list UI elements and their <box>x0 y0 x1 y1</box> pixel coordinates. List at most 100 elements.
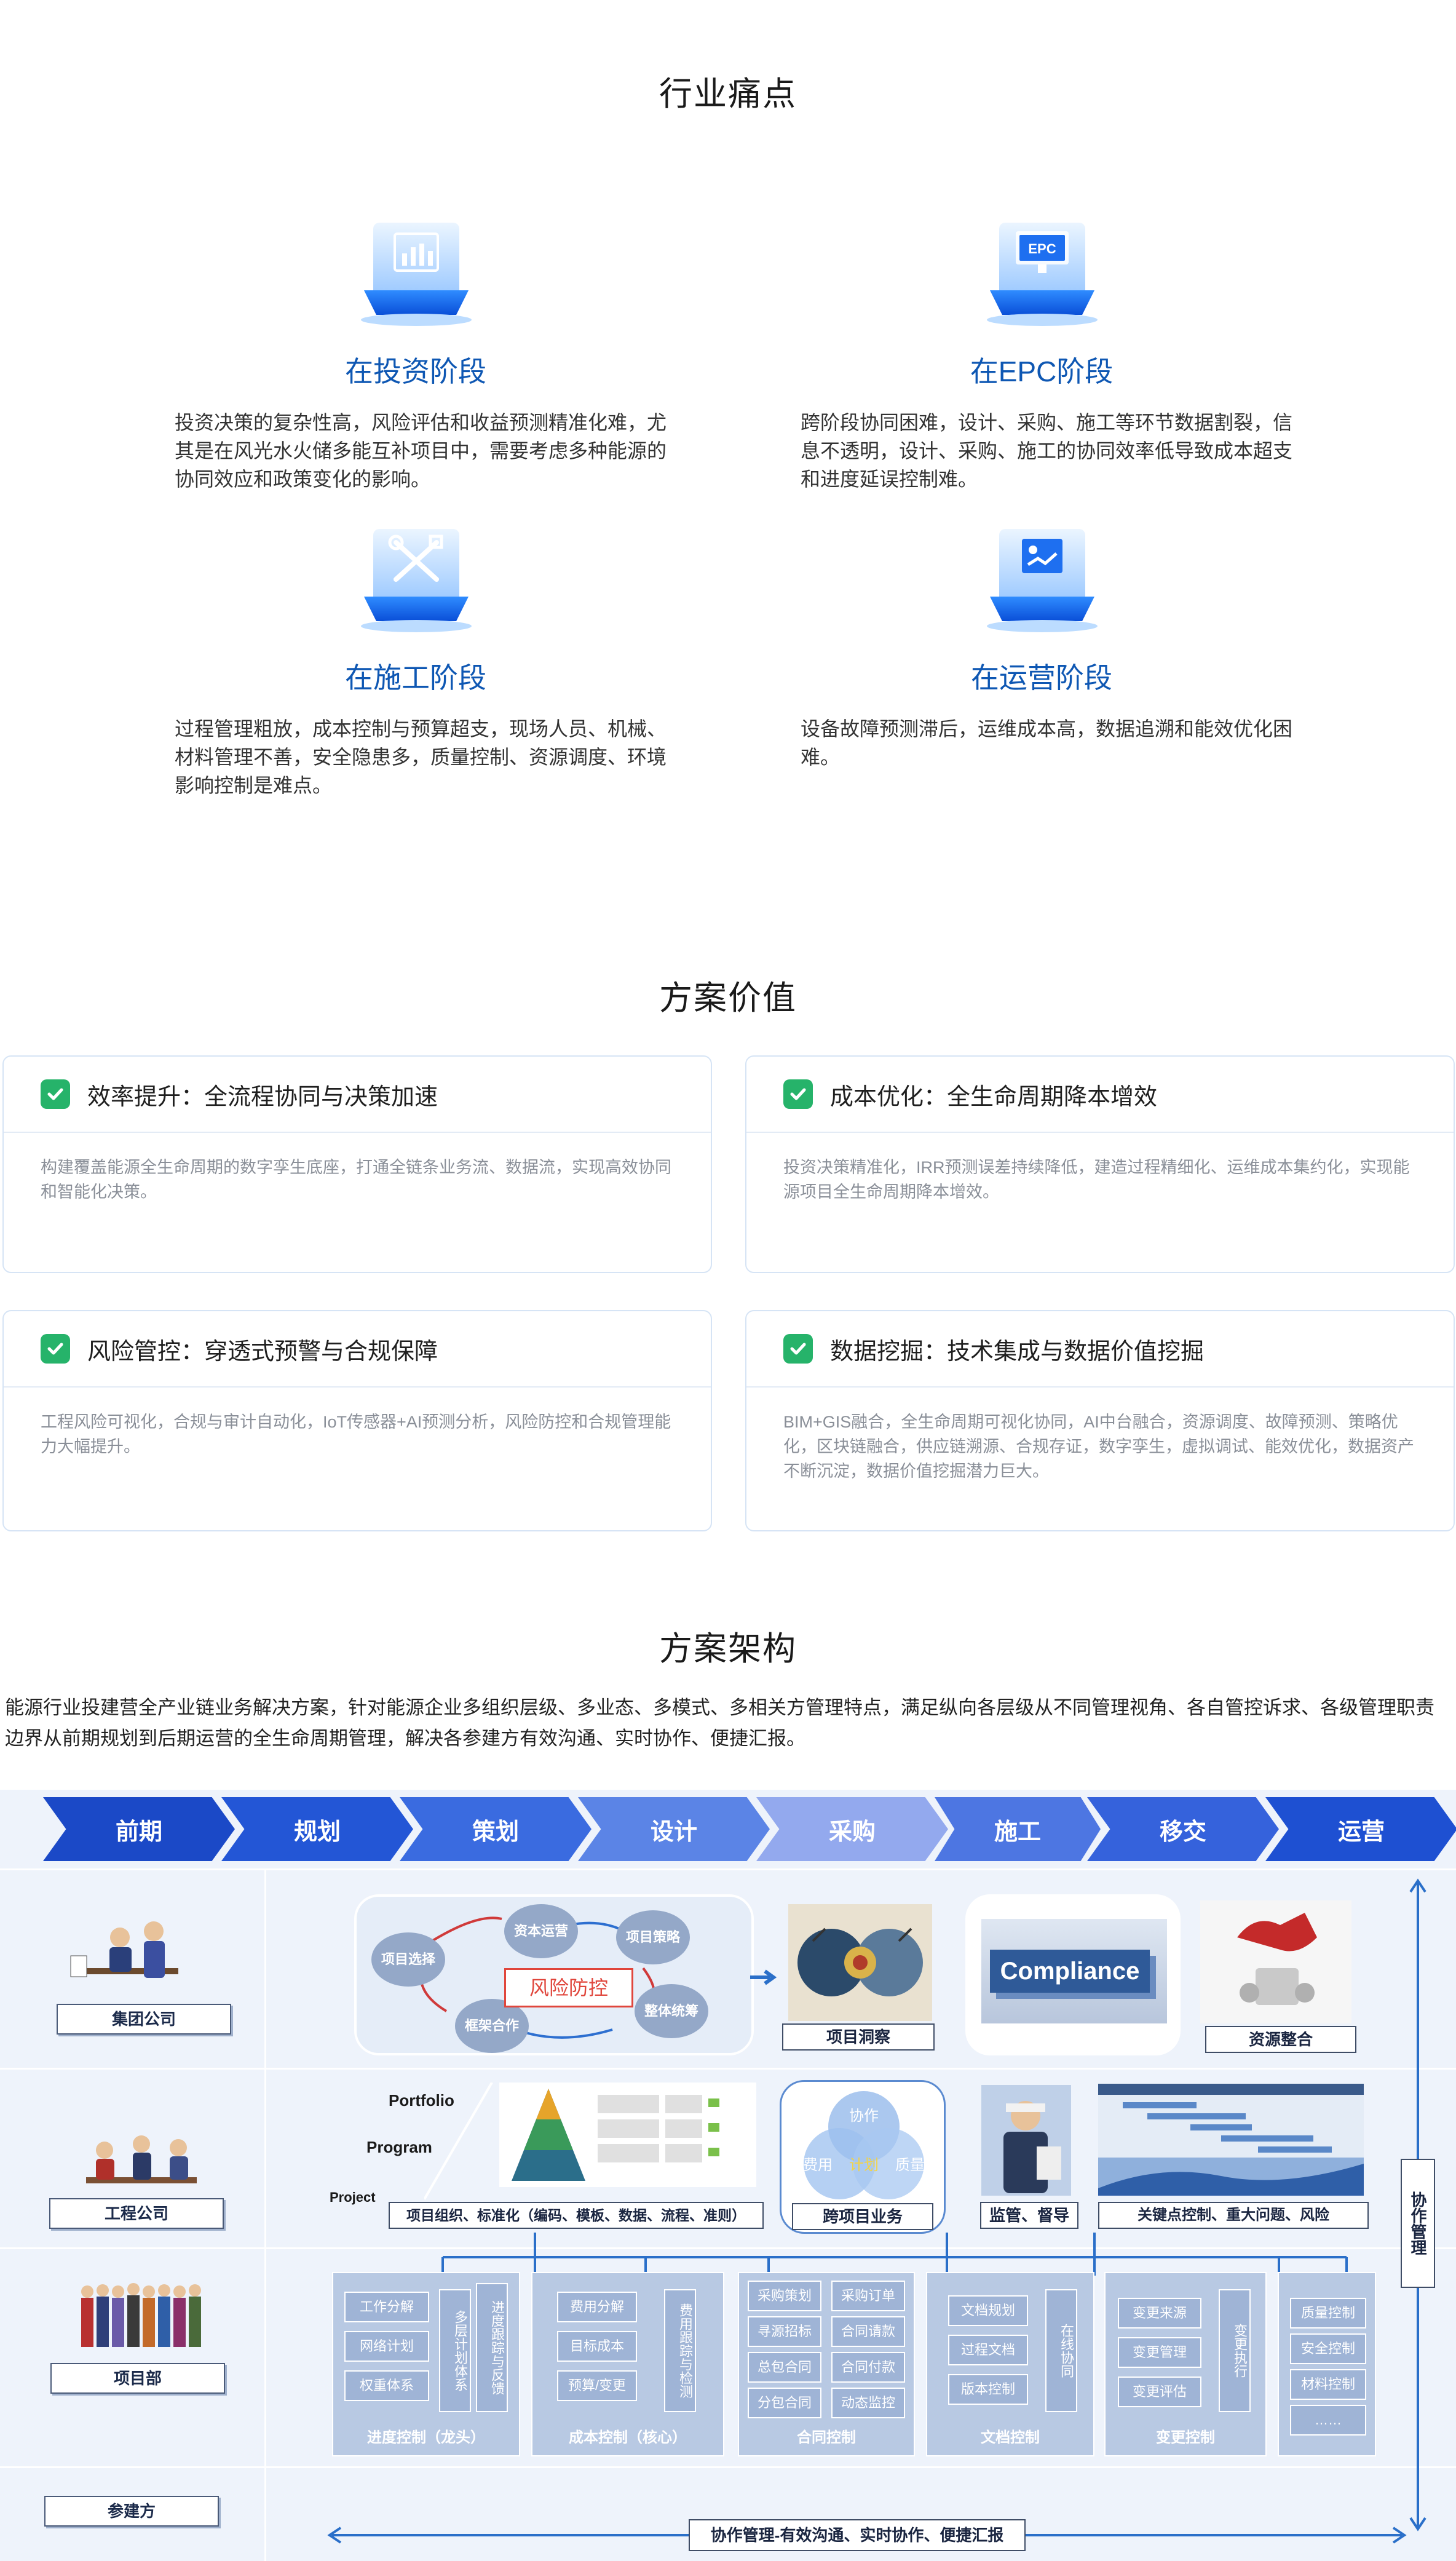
value-section-title: 方案价值 <box>659 980 797 1017</box>
phase-bar: 前期 规划 策划 设计 采购 施工 移交 运营 <box>43 1797 1456 1861</box>
value-card-title: 风险管控：穿透式预警与合规保障 <box>87 1338 438 1365</box>
schedule-item: 进度跟踪与反馈 <box>476 2283 508 2412</box>
insight-image <box>788 1904 932 2021</box>
architecture-diagram: 前期 规划 策划 设计 采购 施工 移交 运营 集团公司 工程公司 项目部 参建… <box>0 1790 1456 2561</box>
cycle-bubble: 资本运营 <box>504 1904 578 1958</box>
operation-icon <box>987 529 1098 632</box>
cost-item: 费用跟踪与检测 <box>664 2289 696 2412</box>
supervise-label: 监管、督导 <box>980 2202 1078 2229</box>
epc-monitor-icon: EPC <box>987 223 1098 326</box>
hierarchy-lines <box>424 2083 493 2201</box>
lane-label-company: 工程公司 <box>49 2198 224 2229</box>
company-people-icon <box>86 2135 197 2183</box>
pyramid-image <box>499 2083 756 2187</box>
venn-label: 计划 <box>849 2157 879 2174</box>
value-card-text: 工程风险可视化，合规与审计自动化，IoT传感器+AI预测分析，风险防控和合规管理… <box>41 1413 671 1456</box>
value-card: 数据挖掘：技术集成与数据价值挖掘 BIM+GIS融合，全生命周期可视化协同，AI… <box>745 1310 1455 1531</box>
pain-section-title: 行业痛点 <box>659 76 797 113</box>
other-item: …… <box>1290 2405 1366 2436</box>
contract-control-panel: 采购策划 寻源招标 总包合同 分包合同 采购订单 合同请款 合同付款 动态监控 … <box>738 2272 915 2456</box>
resource-image <box>1200 1900 1351 2023</box>
group-people-icon <box>70 1921 178 1978</box>
check-icon <box>783 1334 813 1364</box>
compliance-image: Compliance <box>981 1919 1167 2023</box>
document-item: 文档规划 <box>948 2295 1028 2326</box>
cycle-bubble: 整体统筹 <box>635 1984 708 2038</box>
pain-item-text: 投资决策的复杂性高，风险评估和收益预测精准化难，尤其是在风光水火储多能互补项目中… <box>175 411 667 490</box>
value-card-text: 投资决策精准化，IRR预测误差持续降低，建造过程精细化、运维成本集约化，实现能源… <box>783 1158 1410 1201</box>
gantt-image <box>1098 2084 1364 2196</box>
value-card: 成本优化：全生命周期降本增效 投资决策精准化，IRR预测误差持续降低，建造过程精… <box>745 1055 1455 1273</box>
phase-chevron: 规划 <box>221 1797 413 1861</box>
column-title: 文档控制 <box>981 2429 1040 2446</box>
project-label: Project <box>330 2190 376 2205</box>
contract-item: 寻源招标 <box>748 2316 821 2347</box>
supervise-image <box>981 2085 1071 2196</box>
standardization-label: 项目组织、标准化（编码、模板、数据、流程、准则） <box>389 2202 764 2229</box>
value-card-text: 构建覆盖能源全生命周期的数字孪生底座，打通全链条业务流、数据流，实现高效协同和智… <box>41 1158 671 1201</box>
pain-item-title: 在运营阶段 <box>971 662 1112 694</box>
phase-chevron: 运营 <box>1265 1797 1456 1861</box>
insight-label: 项目洞察 <box>782 2023 935 2051</box>
lane-label-group: 集团公司 <box>57 2004 231 2035</box>
pain-item-title: 在施工阶段 <box>345 662 486 694</box>
document-item: 过程文档 <box>948 2335 1028 2365</box>
cost-control-panel: 费用分解 目标成本 预算/变更 费用跟踪与检测 成本控制（核心） <box>531 2272 724 2456</box>
chart-icon <box>361 223 472 326</box>
value-card-title: 效率提升：全流程协同与决策加速 <box>87 1084 438 1110</box>
change-control-panel: 变更来源 变更管理 变更评估 变更执行 变更控制 <box>1104 2272 1267 2456</box>
cost-item: 预算/变更 <box>557 2370 637 2401</box>
other-item: 材料控制 <box>1290 2369 1366 2400</box>
phase-chevron: 前期 <box>43 1797 235 1861</box>
contract-item: 分包合同 <box>748 2388 821 2418</box>
document-item: 在线协同 <box>1045 2289 1077 2412</box>
pain-item-title: 在EPC阶段 <box>970 355 1114 387</box>
tools-icon <box>361 529 472 632</box>
check-icon <box>783 1079 813 1109</box>
pain-item-text: 过程管理粗放，成本控制与预算超支，现场人员、机械、材料管理不善，安全隐患多，质量… <box>175 718 667 796</box>
check-icon <box>41 1079 70 1109</box>
lane-label-project: 项目部 <box>50 2363 225 2394</box>
contract-item: 采购订单 <box>831 2281 905 2311</box>
other-item: 质量控制 <box>1290 2298 1366 2329</box>
pain-item-text: 设备故障预测滞后，运维成本高，数据追溯和能效优化困难。 <box>801 718 1293 768</box>
column-title: 成本控制（核心） <box>569 2429 687 2446</box>
contract-item: 动态监控 <box>831 2388 905 2418</box>
schedule-item: 多层计划体系 <box>439 2289 471 2412</box>
cross-project-label: 跨项目业务 <box>792 2203 933 2230</box>
schedule-item: 权重体系 <box>344 2370 429 2401</box>
venn-label: 质量 <box>895 2157 925 2174</box>
venn-label: 费用 <box>803 2157 833 2174</box>
schedule-item: 网络计划 <box>344 2331 429 2362</box>
column-title: 变更控制 <box>1156 2429 1215 2446</box>
phase-chevron: 策划 <box>400 1797 592 1861</box>
column-title: 进度控制（龙头） <box>367 2429 485 2446</box>
schedule-item: 工作分解 <box>344 2292 429 2322</box>
contract-item: 采购策划 <box>748 2281 821 2311</box>
arch-intro-text: 能源行业投建营全产业链业务解决方案，针对能源企业多组织层级、多业态、多模式、多相… <box>5 1697 1434 1749</box>
venn-diagram: 协作 费用 质量 计划 <box>803 2091 925 2199</box>
schedule-control-panel: 工作分解 网络计划 权重体系 多层计划体系 进度跟踪与反馈 进度控制（龙头） <box>332 2272 520 2456</box>
change-item: 变更评估 <box>1118 2376 1201 2407</box>
column-title: 合同控制 <box>797 2429 856 2446</box>
cost-item: 费用分解 <box>557 2292 637 2322</box>
change-item: 变更管理 <box>1118 2337 1201 2368</box>
phase-chevron: 施工 <box>935 1797 1101 1861</box>
pain-item-text: 跨阶段协同困难，设计、采购、施工等环节数据割裂，信息不透明，设计、采购、施工的协… <box>801 411 1293 490</box>
cycle-bubble: 项目选择 <box>371 1932 445 1987</box>
phase-chevron: 设计 <box>578 1797 770 1861</box>
other-control-panel: 质量控制 安全控制 材料控制 …… <box>1278 2272 1376 2456</box>
compliance-text: Compliance <box>990 1950 1150 1993</box>
arrow-right-icon <box>750 1969 777 1985</box>
pain-item-title: 在投资阶段 <box>345 355 486 387</box>
value-card-title: 数据挖掘：技术集成与数据价值挖掘 <box>830 1338 1205 1365</box>
phase-chevron: 采购 <box>756 1797 948 1861</box>
cost-item: 目标成本 <box>557 2331 637 2362</box>
project-team-icon <box>81 2283 201 2347</box>
keypoint-label: 关键点控制、重大问题、风险 <box>1098 2202 1369 2229</box>
collaboration-label: 协作管理-有效沟通、实时协作、便捷汇报 <box>689 2519 1026 2551</box>
contract-item: 总包合同 <box>748 2352 821 2383</box>
value-card-title: 成本优化：全生命周期降本增效 <box>830 1084 1158 1110</box>
value-card-text: BIM+GIS融合，全生命周期可视化协同，AI中台融合，资源调度、故障预测、策略… <box>783 1413 1414 1480</box>
cycle-bubble: 项目策略 <box>616 1910 690 1964</box>
